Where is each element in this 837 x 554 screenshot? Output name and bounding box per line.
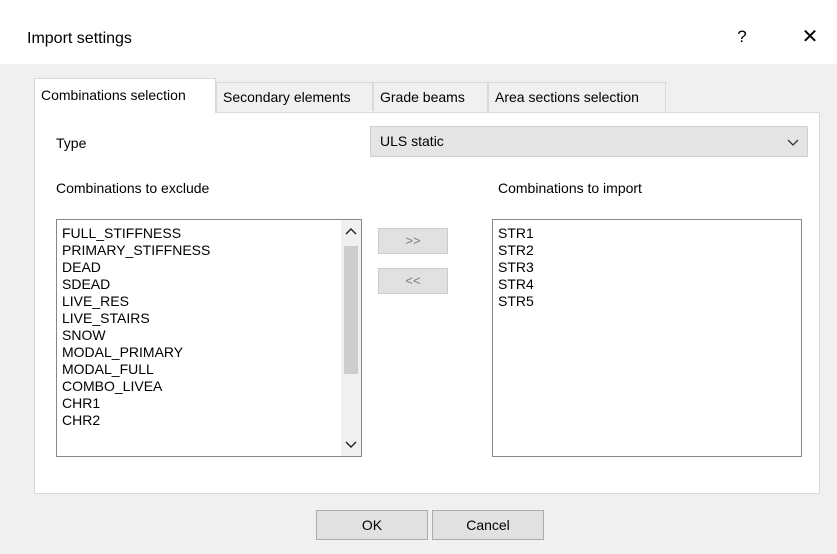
add-combination-button[interactable]: >> [378, 228, 448, 254]
exclude-listbox[interactable]: FULL_STIFFNESS PRIMARY_STIFFNESS DEAD SD… [56, 219, 362, 457]
list-item[interactable]: FULL_STIFFNESS [57, 225, 210, 242]
tab-area-sections-selection[interactable]: Area sections selection [488, 82, 666, 111]
type-dropdown[interactable]: ULS static [370, 126, 808, 157]
list-item[interactable]: SDEAD [57, 276, 210, 293]
list-item[interactable]: DEAD [57, 259, 210, 276]
tab-combinations-selection[interactable]: Combinations selection [34, 78, 216, 113]
type-dropdown-value: ULS static [380, 133, 444, 149]
cancel-button[interactable]: Cancel [432, 510, 544, 540]
exclude-label: Combinations to exclude [56, 180, 210, 196]
tab-grade-beams[interactable]: Grade beams [373, 82, 488, 111]
list-item[interactable]: MODAL_PRIMARY [57, 344, 210, 361]
list-item[interactable]: STR5 [493, 293, 534, 310]
tab-secondary-elements[interactable]: Secondary elements [216, 82, 373, 111]
close-button[interactable]: ✕ [790, 20, 830, 54]
list-item[interactable]: CHR2 [57, 412, 210, 429]
import-listbox[interactable]: STR1 STR2 STR3 STR4 STR5 [492, 219, 802, 457]
ok-button[interactable]: OK [316, 510, 428, 540]
list-item[interactable]: STR4 [493, 276, 534, 293]
scrollbar-thumb[interactable] [344, 246, 358, 374]
type-label: Type [56, 135, 87, 151]
chevron-down-icon[interactable] [341, 434, 361, 454]
remove-combination-button[interactable]: << [378, 268, 448, 294]
import-label: Combinations to import [498, 180, 642, 196]
list-item[interactable]: SNOW [57, 327, 210, 344]
list-item[interactable]: CHR1 [57, 395, 210, 412]
list-item[interactable]: PRIMARY_STIFFNESS [57, 242, 210, 259]
list-item[interactable]: STR2 [493, 242, 534, 259]
list-item[interactable]: COMBO_LIVEA [57, 378, 210, 395]
list-item[interactable]: MODAL_FULL [57, 361, 210, 378]
chevron-down-icon [787, 139, 799, 146]
import-settings-dialog: Import settings ? ✕ Combinations selecti… [0, 0, 837, 554]
import-items: STR1 STR2 STR3 STR4 STR5 [493, 225, 534, 310]
chevron-up-icon[interactable] [341, 222, 361, 242]
list-item[interactable]: LIVE_STAIRS [57, 310, 210, 327]
list-item[interactable]: STR3 [493, 259, 534, 276]
list-item[interactable]: LIVE_RES [57, 293, 210, 310]
help-button[interactable]: ? [722, 20, 762, 54]
exclude-items: FULL_STIFFNESS PRIMARY_STIFFNESS DEAD SD… [57, 225, 210, 429]
list-item[interactable]: STR1 [493, 225, 534, 242]
exclude-scrollbar[interactable] [341, 220, 361, 456]
dialog-title: Import settings [27, 30, 132, 47]
